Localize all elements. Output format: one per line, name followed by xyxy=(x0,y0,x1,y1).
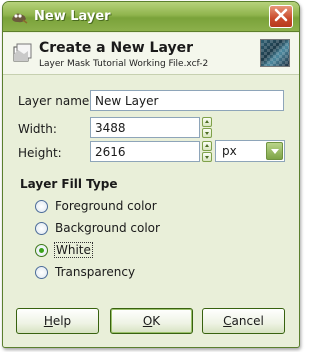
fill-type-heading: Layer Fill Type xyxy=(20,177,118,191)
width-spinner[interactable] xyxy=(202,117,212,139)
gimp-icon xyxy=(10,10,28,24)
radio-white[interactable] xyxy=(35,244,48,257)
ok-mnemonic: O xyxy=(142,314,153,328)
width-input[interactable] xyxy=(90,117,200,138)
layer-name-label: Layer name: xyxy=(18,94,94,108)
height-increment-icon[interactable] xyxy=(202,141,212,151)
help-mnemonic: H xyxy=(43,314,53,328)
cancel-label: ancel xyxy=(231,314,264,328)
dialog-header: Create a New Layer Layer Mask Tutorial W… xyxy=(3,33,299,75)
height-spinner[interactable] xyxy=(202,141,212,163)
width-label: Width: xyxy=(18,122,57,136)
radio-background-color[interactable] xyxy=(35,222,48,235)
layer-name-input[interactable] xyxy=(90,90,284,111)
cancel-mnemonic: C xyxy=(223,314,232,328)
help-label: elp xyxy=(52,314,72,328)
image-thumbnail xyxy=(260,39,290,67)
close-button[interactable] xyxy=(269,5,293,28)
height-label: Height: xyxy=(18,146,62,160)
ok-button[interactable]: OK xyxy=(110,308,193,334)
new-layer-icon xyxy=(12,42,32,64)
fill-option-label: White xyxy=(54,242,93,258)
radio-foreground-color[interactable] xyxy=(35,200,48,213)
fill-option-label: Transparency xyxy=(55,265,136,279)
chevron-down-icon[interactable] xyxy=(266,142,283,160)
height-input[interactable] xyxy=(90,141,200,162)
cancel-button[interactable]: Cancel xyxy=(202,308,285,334)
width-increment-icon[interactable] xyxy=(202,117,212,127)
new-layer-dialog: New Layer Create a New Layer Layer Mask … xyxy=(2,1,300,348)
unit-value: px xyxy=(222,144,237,158)
height-decrement-icon[interactable] xyxy=(202,152,212,162)
help-button[interactable]: Help xyxy=(16,308,99,334)
unit-select[interactable]: px xyxy=(215,140,285,162)
close-icon xyxy=(274,8,288,25)
ok-label: K xyxy=(152,314,161,328)
fill-option-label: Background color xyxy=(55,221,160,235)
dialog-heading: Create a New Layer xyxy=(39,40,193,56)
fill-option-label: Foreground color xyxy=(55,199,157,213)
title-bar[interactable]: New Layer xyxy=(3,2,299,32)
radio-transparency[interactable] xyxy=(35,266,48,279)
width-decrement-icon[interactable] xyxy=(202,128,212,138)
window-title: New Layer xyxy=(34,9,111,24)
image-file-name: Layer Mask Tutorial Working File.xcf-2 xyxy=(39,59,209,69)
